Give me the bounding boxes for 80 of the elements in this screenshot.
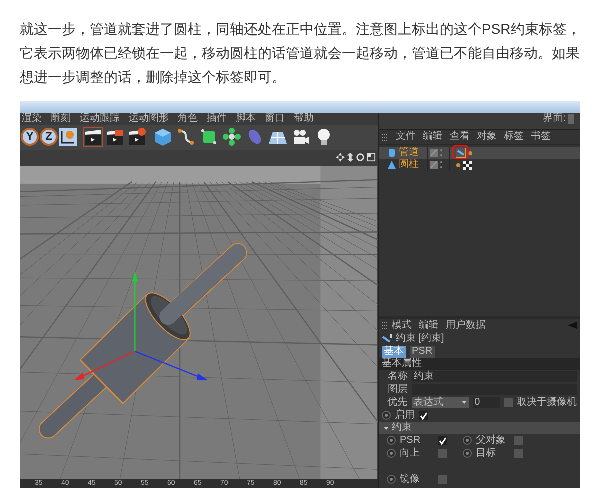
menu-item[interactable]: 渲染	[22, 114, 42, 124]
priority-number-field[interactable]: 0	[472, 397, 500, 408]
checkbox[interactable]	[514, 449, 523, 458]
checkbox-label: 启用	[395, 410, 415, 420]
menu-item[interactable]: 标签	[504, 132, 524, 142]
caret-icon	[462, 401, 467, 404]
caret-icon	[384, 426, 389, 430]
visibility-dots-icon[interactable]	[440, 149, 443, 157]
object-title: 约束 [约束]	[396, 334, 444, 344]
menu-item[interactable]: 帮助	[294, 114, 314, 124]
menu-item[interactable]: 雕刻	[51, 114, 71, 124]
flower-array-icon[interactable]	[222, 127, 242, 148]
checkbox[interactable]	[438, 449, 447, 458]
checkbox-label: 取决于摄像机	[517, 398, 578, 408]
checkbox[interactable]	[504, 398, 514, 407]
checkbox-label: 镜像	[400, 474, 421, 484]
render-picture-icon[interactable]	[105, 127, 125, 148]
menu-item[interactable]: 角色	[178, 114, 198, 124]
object-row[interactable]: 管道	[379, 147, 580, 159]
checkbox-label: 向上	[400, 448, 421, 458]
checkbox[interactable]	[419, 411, 428, 420]
rotate-icon[interactable]	[356, 153, 365, 162]
grip-icon[interactable]	[382, 134, 388, 140]
tab[interactable]: PSR	[410, 346, 435, 358]
layer-toggle-icon[interactable]	[430, 161, 438, 169]
rounded-cube-icon[interactable]	[199, 127, 219, 148]
radio-icon[interactable]	[387, 475, 396, 484]
field-label: 图层	[387, 384, 408, 394]
object-name: 管道	[399, 148, 419, 158]
visibility-dots-icon[interactable]	[440, 161, 443, 169]
render-settings-icon[interactable]	[127, 127, 147, 148]
axis-lock-button[interactable]: Y	[21, 128, 39, 146]
coordinate-system-icon[interactable]	[59, 128, 77, 146]
layer-toggle-icon[interactable]	[430, 149, 438, 157]
field-label: 名称	[387, 372, 408, 382]
menu-item[interactable]: 编辑	[423, 132, 443, 142]
maximize-icon[interactable]	[367, 153, 376, 162]
check-icon	[438, 436, 446, 444]
pen-spline-icon[interactable]	[176, 127, 196, 148]
menu-item[interactable]: 运动跟踪	[80, 114, 120, 124]
menu-item[interactable]: 用户数据	[446, 320, 486, 330]
axis-gizmo-drawing[interactable]	[74, 272, 208, 380]
constraint-tag-icon	[382, 334, 392, 344]
pipe-object-icon	[387, 148, 397, 158]
checkbox[interactable]	[438, 475, 447, 484]
connection-dot-icon	[456, 162, 461, 168]
checkbox-label: 目标	[476, 448, 497, 458]
grip-icon[interactable]	[382, 322, 388, 329]
article-paragraph: 就这一步，管道就套进了圆柱，同轴还处在正中位置。注意图上标出的这个PSR约束标签，它表示两物体已经锁在一起，移动圆柱的话管道就会一起移动，管道已不能自由移动。如果想进一步调整的话，删除掉这个标签即可。	[19, 20, 582, 87]
connection-dot-icon	[468, 150, 473, 156]
cube-icon[interactable]	[153, 127, 173, 148]
menu-item[interactable]: 编辑	[419, 320, 439, 330]
axis-lock-button[interactable]: Z	[40, 128, 58, 146]
checkbox[interactable]	[438, 436, 447, 445]
menu-item[interactable]: 书签	[531, 132, 551, 142]
menu-item[interactable]: 运动图形	[129, 114, 169, 124]
check-icon	[420, 412, 428, 420]
checkbox-label: PSR	[400, 436, 422, 446]
menu-item[interactable]: 窗口	[265, 114, 285, 124]
name-field[interactable]: 约束	[412, 371, 577, 382]
checkbox-label: 父对象	[476, 436, 507, 446]
menu-item[interactable]: 文件	[396, 132, 416, 142]
radio-icon[interactable]	[382, 411, 391, 420]
menu-item[interactable]: 对象	[477, 132, 497, 142]
layout-label: 界面:	[543, 114, 566, 124]
checker-tag-icon[interactable]	[463, 160, 472, 170]
priority-dropdown[interactable]: 表达式	[412, 397, 469, 408]
menu-item[interactable]: 脚本	[236, 114, 256, 124]
checkbox[interactable]	[514, 436, 523, 445]
menu-item[interactable]: 查看	[450, 132, 470, 142]
up-down-arrow-icon[interactable]	[347, 153, 354, 162]
section-header: 基本属性	[382, 359, 422, 369]
highlight-marker	[452, 145, 469, 160]
group-header[interactable]: 约束	[379, 422, 580, 434]
menu-item[interactable]: 插件	[207, 114, 227, 124]
move-icon[interactable]	[336, 153, 345, 162]
render-view-icon[interactable]	[83, 127, 103, 148]
menu-item[interactable]: 模式	[392, 320, 412, 330]
object-name: 圆柱	[399, 160, 419, 170]
field-label: 优先	[386, 398, 408, 408]
